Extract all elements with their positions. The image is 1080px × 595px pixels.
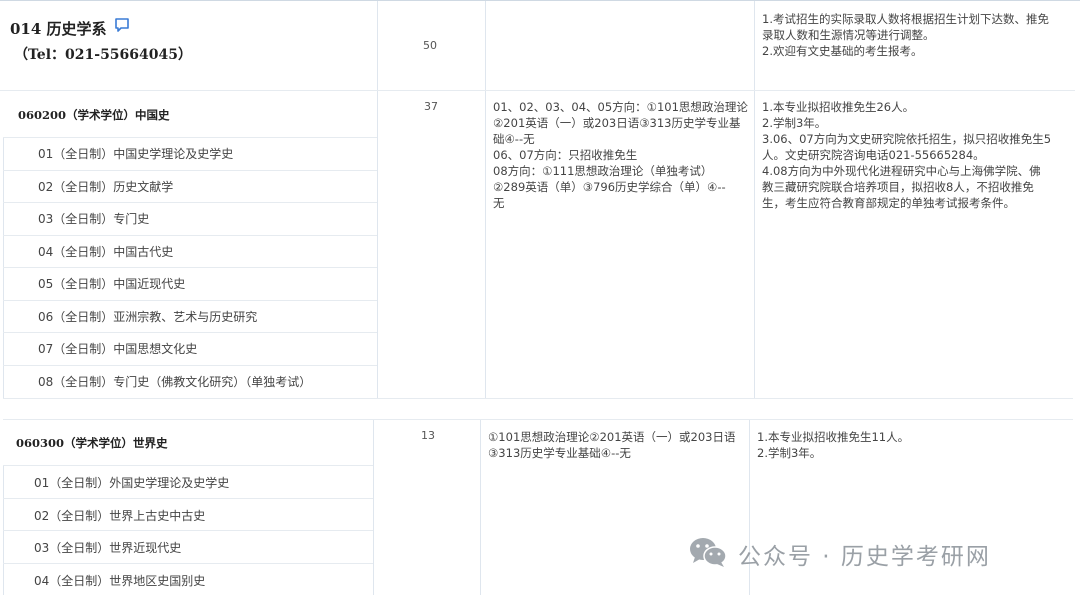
wechat-icon bbox=[688, 535, 728, 569]
note-line: 教三藏研究院联合培养项目，拟招收8人，不招收推免 bbox=[762, 180, 1034, 194]
note-line: 1.本专业拟招收推免生11人。 bbox=[757, 430, 910, 444]
major-enrollment: 37 bbox=[424, 100, 438, 113]
direction-item: 03（全日制）世界近现代史 bbox=[34, 541, 182, 555]
exam-line: 06、07方向：只招收推免生 bbox=[493, 148, 638, 162]
department-notes: 1.考试招生的实际录取人数将根据招生计划下达数、推免 录取人数和生源情况等进行调… bbox=[762, 11, 1049, 59]
direction-item: 04（全日制）世界地区史国别史 bbox=[34, 574, 206, 588]
department-enrollment: 50 bbox=[423, 39, 437, 52]
note-line: 生，考生应符合教育部规定的单独考试报考条件。 bbox=[762, 196, 1015, 210]
exam-line: 础④--无 bbox=[493, 132, 535, 146]
major-title: 060300（学术学位）世界史 bbox=[16, 436, 168, 450]
direction-item: 07（全日制）中国思想文化史 bbox=[38, 342, 198, 356]
exam-line: ③313历史学专业基础④--无 bbox=[488, 446, 631, 460]
direction-item: 03（全日制）专门史 bbox=[38, 212, 150, 226]
department-name: 014 历史学系 bbox=[10, 20, 107, 38]
department-row: 014 历史学系 （Tel：021-55664045） 50 1.考试招生的实际… bbox=[0, 1, 1080, 90]
comment-icon[interactable] bbox=[113, 16, 133, 34]
direction-item: 01（全日制）中国史学理论及史学史 bbox=[38, 147, 234, 161]
exam-line: 08方向：①111思想政治理论（单独考试） bbox=[493, 164, 713, 178]
major-notes: 1.本专业拟招收推免生11人。 2.学制3年。 bbox=[757, 429, 909, 461]
direction-item: 05（全日制）中国近现代史 bbox=[38, 277, 186, 291]
exam-line: 无 bbox=[493, 196, 505, 210]
major-notes: 1.本专业拟招收推免生26人。 2.学制3年。 3.06、07方向为文史研究院依… bbox=[762, 99, 1051, 211]
exam-line: 01、02、03、04、05方向：①101思想政治理论 bbox=[493, 100, 748, 114]
watermark: 公众号 · 历史学考研网 bbox=[688, 533, 1068, 571]
note-line: 录取人数和生源情况等进行调整。 bbox=[762, 28, 935, 42]
major-title: 060200（学术学位）中国史 bbox=[18, 108, 170, 122]
exam-line: ①101思想政治理论②201英语（一）或203日语 bbox=[488, 430, 736, 444]
note-line: 2.学制3年。 bbox=[757, 446, 822, 460]
direction-item: 04（全日制）中国古代史 bbox=[38, 245, 174, 259]
exam-line: ②289英语（单）③796历史学综合（单）④-- bbox=[493, 180, 726, 194]
note-line: 1.考试招生的实际录取人数将根据招生计划下达数、推免 bbox=[762, 12, 1049, 26]
note-line: 1.本专业拟招收推免生26人。 bbox=[762, 100, 915, 114]
direction-item: 08（全日制）专门史（佛教文化研究）（单独考试） bbox=[38, 375, 312, 389]
note-line: 3.06、07方向为文史研究院依托招生，拟只招收推免生5 bbox=[762, 132, 1052, 146]
department-tel: （Tel：021-55664045） bbox=[14, 47, 193, 63]
direction-item: 02（全日制）世界上古史中古史 bbox=[34, 509, 206, 523]
watermark-text: 公众号 · 历史学考研网 bbox=[738, 544, 991, 570]
note-line: 2.欢迎有文史基础的考生报考。 bbox=[762, 44, 923, 58]
exam-line: ②201英语（一）或203日语③313历史学专业基 bbox=[493, 116, 741, 130]
major-enrollment: 13 bbox=[421, 429, 435, 442]
direction-item: 02（全日制）历史文献学 bbox=[38, 180, 174, 194]
direction-item: 01（全日制）外国史学理论及史学史 bbox=[34, 476, 230, 490]
note-line: 4.08方向为中外现代化进程研究中心与上海佛学院、佛 bbox=[762, 164, 1041, 178]
note-line: 人。文史研究院咨询电话021-55665284。 bbox=[762, 148, 985, 162]
note-line: 2.学制3年。 bbox=[762, 116, 827, 130]
major-exams: ①101思想政治理论②201英语（一）或203日语 ③313历史学专业基础④--… bbox=[488, 429, 735, 461]
major-exams: 01、02、03、04、05方向：①101思想政治理论 ②201英语（一）或20… bbox=[493, 99, 748, 211]
direction-item: 06（全日制）亚洲宗教、艺术与历史研究 bbox=[38, 310, 258, 324]
